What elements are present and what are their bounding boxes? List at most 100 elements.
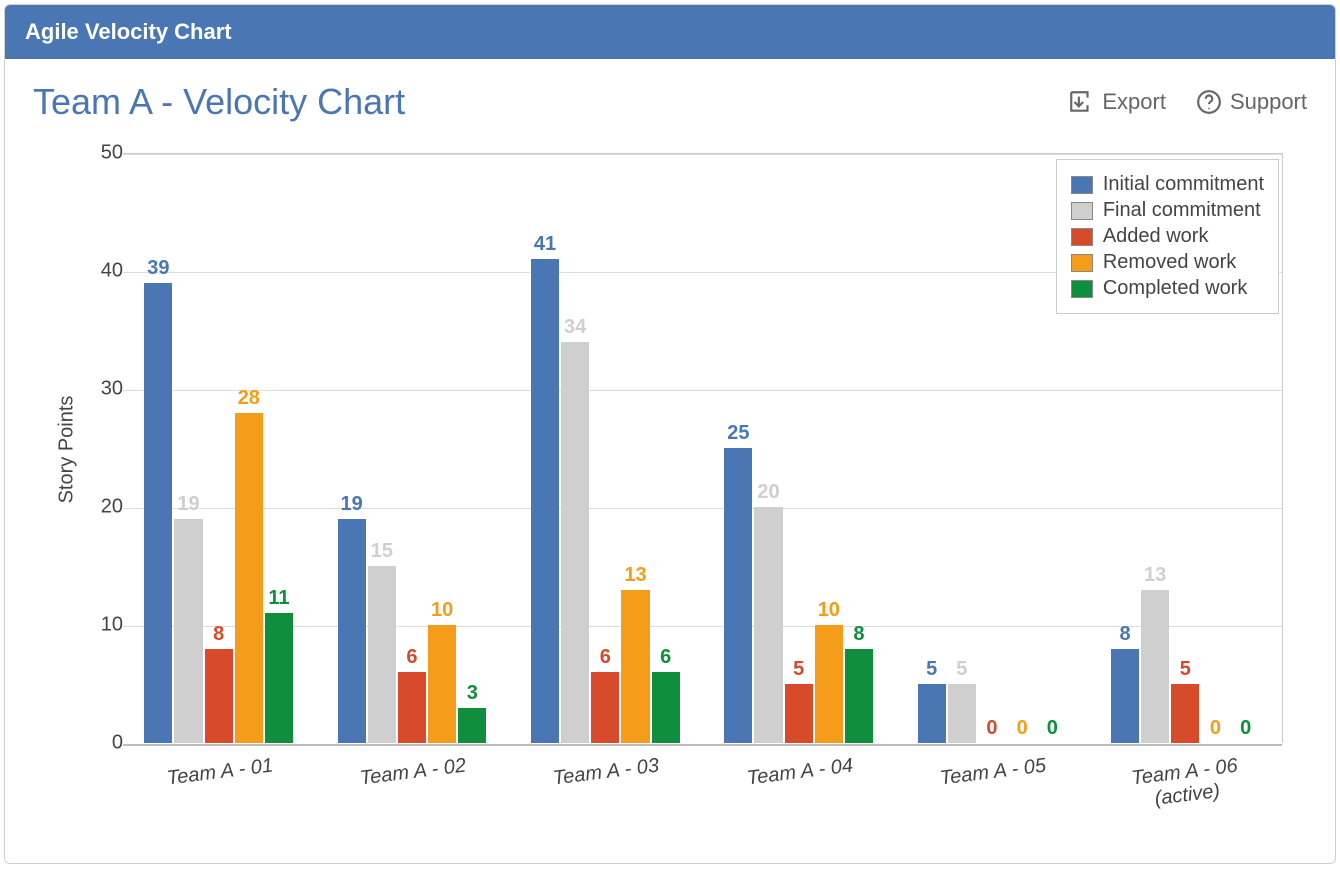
panel-card: Agile Velocity Chart Team A - Velocity C…	[4, 4, 1336, 864]
legend-swatch	[1071, 202, 1093, 220]
bar-value-label: 3	[458, 682, 486, 705]
bar-value-label: 0	[1201, 717, 1229, 740]
bar: 25	[724, 448, 752, 743]
y-tick-label: 50	[33, 142, 123, 165]
title-row: Team A - Velocity Chart Export Support	[33, 81, 1307, 123]
x-axis-line	[123, 744, 1282, 746]
bar-value-label: 0	[1232, 717, 1260, 740]
export-icon	[1068, 89, 1094, 115]
legend-swatch	[1071, 228, 1093, 246]
bar: 5	[785, 684, 813, 743]
bar: 41	[531, 259, 559, 743]
legend-item: Removed work	[1071, 251, 1264, 274]
bar-value-label: 0	[978, 717, 1006, 740]
bar-value-label: 5	[918, 658, 946, 681]
bar: 3	[458, 708, 486, 743]
bar-value-label: 8	[1111, 623, 1139, 646]
bar: 10	[815, 625, 843, 743]
bar-value-label: 6	[652, 646, 680, 669]
gridline	[123, 508, 1282, 509]
bar: 8	[1111, 649, 1139, 743]
bar: 39	[144, 283, 172, 743]
bar: 5	[918, 684, 946, 743]
bar: 19	[174, 519, 202, 743]
bar-value-label: 41	[531, 233, 559, 256]
bar: 11	[265, 613, 293, 743]
legend-swatch	[1071, 176, 1093, 194]
bar: 20	[754, 507, 782, 743]
legend-label: Final commitment	[1103, 199, 1261, 222]
bar: 6	[652, 672, 680, 743]
legend-item: Added work	[1071, 225, 1264, 248]
bar-value-label: 20	[754, 481, 782, 504]
bar-value-label: 10	[815, 599, 843, 622]
legend-item: Completed work	[1071, 277, 1264, 300]
bar-value-label: 25	[724, 422, 752, 445]
bar-value-label: 5	[785, 658, 813, 681]
x-category-label: Team A - 04	[719, 751, 881, 793]
legend-label: Initial commitment	[1103, 173, 1264, 196]
export-label: Export	[1102, 89, 1166, 115]
gridline	[123, 154, 1282, 155]
help-icon	[1196, 89, 1222, 115]
panel-title: Agile Velocity Chart	[25, 19, 232, 44]
bar-value-label: 11	[265, 587, 293, 610]
legend-item: Initial commitment	[1071, 173, 1264, 196]
gridline	[123, 626, 1282, 627]
x-category-label: Team A - 06 (active)	[1104, 751, 1268, 816]
velocity-chart: 3919828111915610341346136252051085500081…	[33, 143, 1303, 833]
bar-value-label: 5	[948, 658, 976, 681]
bar: 15	[368, 566, 396, 743]
panel-body: Team A - Velocity Chart Export Support 3…	[5, 59, 1335, 863]
legend-label: Added work	[1103, 225, 1209, 248]
bar: 28	[235, 413, 263, 743]
x-category-label: Team A - 05	[912, 751, 1074, 793]
bar-value-label: 39	[144, 257, 172, 280]
bar-value-label: 6	[398, 646, 426, 669]
bar-value-label: 0	[1008, 717, 1036, 740]
bar-value-label: 13	[1141, 564, 1169, 587]
bar-value-label: 34	[561, 316, 589, 339]
bar-value-label: 13	[621, 564, 649, 587]
bar-value-label: 15	[368, 540, 396, 563]
bar-value-label: 8	[845, 623, 873, 646]
x-category-label: Team A - 03	[526, 751, 688, 793]
panel-header: Agile Velocity Chart	[5, 5, 1335, 59]
legend-swatch	[1071, 254, 1093, 272]
actions-group: Export Support	[1068, 89, 1307, 115]
y-axis-label: Story Points	[55, 396, 78, 504]
bar: 6	[398, 672, 426, 743]
export-button[interactable]: Export	[1068, 89, 1166, 115]
bar-value-label: 8	[205, 623, 233, 646]
bar: 5	[948, 684, 976, 743]
bar: 13	[1141, 590, 1169, 743]
bar: 13	[621, 590, 649, 743]
bar: 10	[428, 625, 456, 743]
bar: 5	[1171, 684, 1199, 743]
legend-item: Final commitment	[1071, 199, 1264, 222]
bar-value-label: 5	[1171, 658, 1199, 681]
page-title: Team A - Velocity Chart	[33, 81, 405, 123]
gridline	[123, 390, 1282, 391]
legend: Initial commitment Final commitment Added …	[1056, 159, 1279, 314]
bar: 8	[205, 649, 233, 743]
legend-label: Removed work	[1103, 251, 1236, 274]
bar: 6	[591, 672, 619, 743]
support-button[interactable]: Support	[1196, 89, 1307, 115]
y-tick-label: 10	[33, 614, 123, 637]
legend-swatch	[1071, 280, 1093, 298]
support-label: Support	[1230, 89, 1307, 115]
y-tick-label: 40	[33, 260, 123, 283]
legend-label: Completed work	[1103, 277, 1248, 300]
bar: 34	[561, 342, 589, 743]
bar: 8	[845, 649, 873, 743]
x-category-label: Team A - 01	[139, 751, 301, 793]
bar-value-label: 6	[591, 646, 619, 669]
bar-value-label: 0	[1038, 717, 1066, 740]
y-tick-label: 0	[33, 732, 123, 755]
x-category-label: Team A - 02	[332, 751, 494, 793]
bar-value-label: 28	[235, 387, 263, 410]
bar-value-label: 10	[428, 599, 456, 622]
bar-value-label: 19	[338, 493, 366, 516]
bar: 19	[338, 519, 366, 743]
